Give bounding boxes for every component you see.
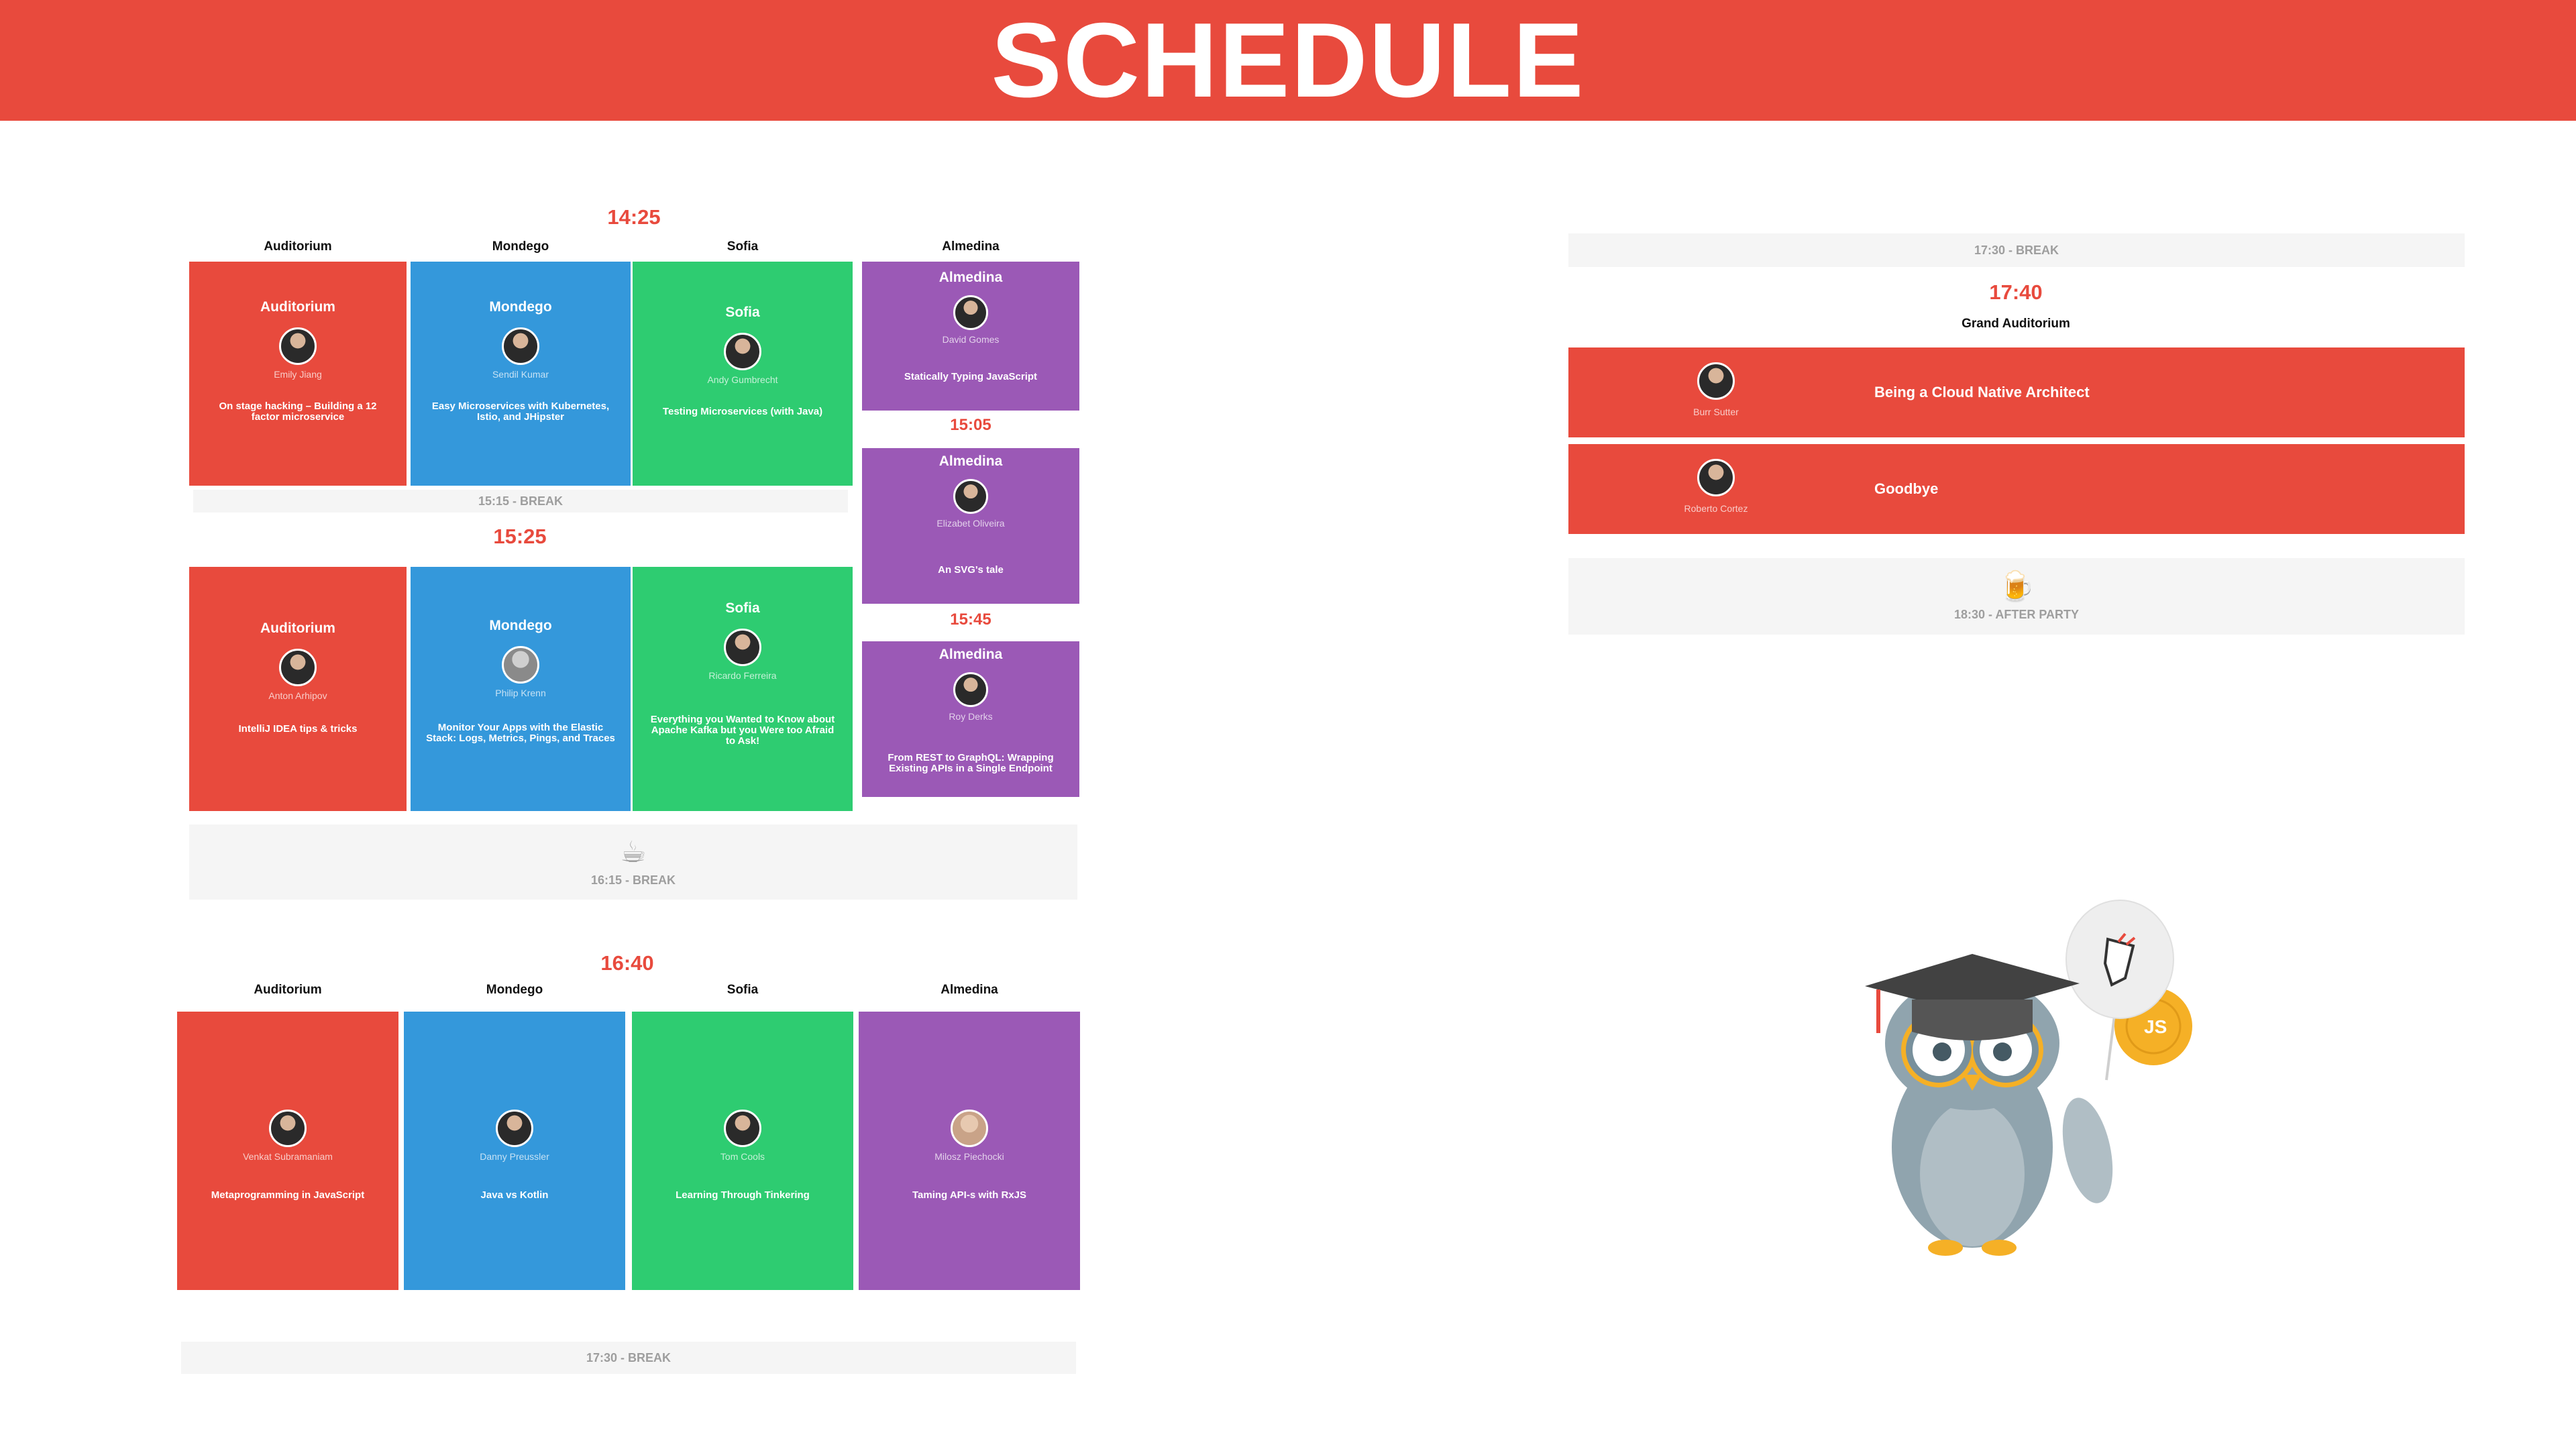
talk-title: Learning Through Tinkering <box>676 1189 810 1201</box>
talk-title: Taming API-s with RxJS <box>912 1189 1027 1201</box>
session-room: Mondego <box>489 618 552 633</box>
talk-title: Statically Typing JavaScript <box>904 371 1038 382</box>
speaker-avatar <box>953 295 988 330</box>
room-header: Grand Auditorium <box>1962 317 2070 331</box>
break-bar: 17:30 - BREAK <box>1568 233 2465 267</box>
time-slot-label: 15:05 <box>950 416 991 434</box>
session-row-grand-auditorium[interactable]: Burr Sutter Being a Cloud Native Archite… <box>1568 347 2465 437</box>
room-header: Mondego <box>486 983 543 997</box>
speaker-avatar <box>724 333 761 370</box>
talk-title: Everything you Wanted to Know about Apac… <box>650 714 835 747</box>
room-header: Mondego <box>492 239 549 254</box>
speaker-avatar <box>1697 362 1735 400</box>
break-bar: 17:30 - BREAK <box>181 1342 1076 1374</box>
session-row-grand-auditorium[interactable]: Roberto Cortez Goodbye <box>1568 444 2465 534</box>
after-party-label: 18:30 - AFTER PARTY <box>1953 607 2080 621</box>
speaker-name: David Gomes <box>942 334 1000 345</box>
beer-mug-icon: 🍺 <box>1998 570 2035 603</box>
speaker-name: Ricardo Ferreira <box>708 670 777 681</box>
room-header: Auditorium <box>254 983 322 997</box>
speaker-avatar <box>496 1110 533 1147</box>
balloon-label: JS <box>2144 1016 2167 1037</box>
room-header: Sofia <box>727 239 759 254</box>
talk-title: Monitor Your Apps with the Elastic Stack… <box>426 722 615 744</box>
speaker-name: Andy Gumbrecht <box>707 374 778 385</box>
session-card-auditorium[interactable]: Auditorium Emily Jiang On stage hacking … <box>189 262 407 486</box>
session-card-almedina[interactable]: Almedina David Gomes Statically Typing J… <box>862 262 1079 411</box>
speaker-name: Elizabet Oliveira <box>936 518 1005 529</box>
speaker-avatar <box>502 646 539 684</box>
speaker-name: Emily Jiang <box>274 369 322 380</box>
session-room: Sofia <box>725 600 760 616</box>
speaker-avatar <box>953 479 988 514</box>
after-party-box: 🍺 18:30 - AFTER PARTY <box>1568 558 2465 635</box>
break-box: ☕ 16:15 - BREAK <box>189 824 1077 900</box>
talk-title: Goodbye <box>1874 480 1939 497</box>
speaker-name: Venkat Subramaniam <box>243 1151 333 1162</box>
speaker-avatar <box>953 672 988 707</box>
session-room: Auditorium <box>260 621 335 636</box>
speaker-name: Tom Cools <box>720 1151 765 1162</box>
talk-title: Being a Cloud Native Architect <box>1874 384 2090 400</box>
speaker-avatar <box>1697 459 1735 496</box>
session-card-almedina[interactable]: Almedina Roy Derks From REST to GraphQL:… <box>862 641 1079 797</box>
session-room: Almedina <box>938 270 1003 285</box>
talk-title: IntelliJ IDEA tips & tricks <box>238 723 358 735</box>
session-card-auditorium[interactable]: Auditorium Anton Arhipov IntelliJ IDEA t… <box>189 567 407 811</box>
time-slot-label: 14:25 <box>607 205 661 229</box>
session-card-sofia[interactable]: Sofia Ricardo Ferreira Everything you Wa… <box>633 567 853 811</box>
session-card-mondego[interactable]: Mondego Sendil Kumar Easy Microservices … <box>411 262 631 486</box>
time-slot-label: 15:25 <box>493 525 547 548</box>
session-card-sofia[interactable]: Tom Cools Learning Through Tinkering <box>632 1012 853 1290</box>
session-card-almedina[interactable]: Almedina Elizabet Oliveira An SVG's tale <box>862 448 1079 604</box>
talk-title: Easy Microservices with Kubernetes, Isti… <box>431 400 610 423</box>
talk-title: Metaprogramming in JavaScript <box>211 1189 365 1201</box>
speaker-name: Sendil Kumar <box>492 369 549 380</box>
session-card-almedina[interactable]: Milosz Piechocki Taming API-s with RxJS <box>859 1012 1080 1290</box>
session-card-mondego[interactable]: Danny Preussler Java vs Kotlin <box>404 1012 625 1290</box>
talk-title: Testing Microservices (with Java) <box>662 406 823 417</box>
speaker-avatar <box>724 1110 761 1147</box>
session-room: Sofia <box>725 305 760 320</box>
session-card-mondego[interactable]: Mondego Philip Krenn Monitor Your Apps w… <box>411 567 631 811</box>
session-card-sofia[interactable]: Sofia Andy Gumbrecht Testing Microservic… <box>633 262 853 486</box>
talk-title: An SVG's tale <box>938 564 1004 576</box>
speaker-name: Roberto Cortez <box>1684 503 1748 514</box>
time-slot-label: 17:40 <box>1989 280 2043 304</box>
room-header: Almedina <box>941 983 998 997</box>
speaker-avatar <box>724 629 761 666</box>
talk-title: On stage hacking – Building a 12 factor … <box>219 400 377 423</box>
speaker-name: Milosz Piechocki <box>934 1151 1004 1162</box>
room-header: Almedina <box>942 239 1000 254</box>
speaker-name: Burr Sutter <box>1693 407 1739 417</box>
page-title: SCHEDULE <box>991 1 1585 119</box>
break-bar: 15:15 - BREAK <box>193 490 848 513</box>
session-card-auditorium[interactable]: Venkat Subramaniam Metaprogramming in Ja… <box>177 1012 398 1290</box>
break-label: 16:15 - BREAK <box>590 873 676 887</box>
graduation-owl-icon: JS <box>1865 900 2192 1256</box>
session-room: Auditorium <box>260 299 335 315</box>
session-room: Almedina <box>938 453 1003 469</box>
speaker-name: Roy Derks <box>949 711 993 722</box>
session-room: Mondego <box>489 299 552 315</box>
speaker-avatar <box>269 1110 307 1147</box>
time-slot-label: 15:45 <box>950 610 991 629</box>
speaker-avatar <box>279 649 317 686</box>
header-banner: SCHEDULE <box>0 0 2576 121</box>
time-slot-label: 16:40 <box>600 951 654 975</box>
talk-title: From REST to GraphQL: Wrapping Existing … <box>888 752 1054 774</box>
speaker-name: Philip Krenn <box>495 688 546 698</box>
coffee-cup-icon: ☕ <box>620 835 647 869</box>
speaker-name: Anton Arhipov <box>268 690 327 701</box>
speaker-avatar <box>502 327 539 365</box>
speaker-avatar <box>279 327 317 365</box>
speaker-name: Danny Preussler <box>480 1151 549 1162</box>
session-room: Almedina <box>938 647 1003 662</box>
talk-title: Java vs Kotlin <box>480 1189 549 1201</box>
room-header: Auditorium <box>264 239 332 254</box>
room-header: Sofia <box>727 983 759 997</box>
speaker-avatar <box>951 1110 988 1147</box>
